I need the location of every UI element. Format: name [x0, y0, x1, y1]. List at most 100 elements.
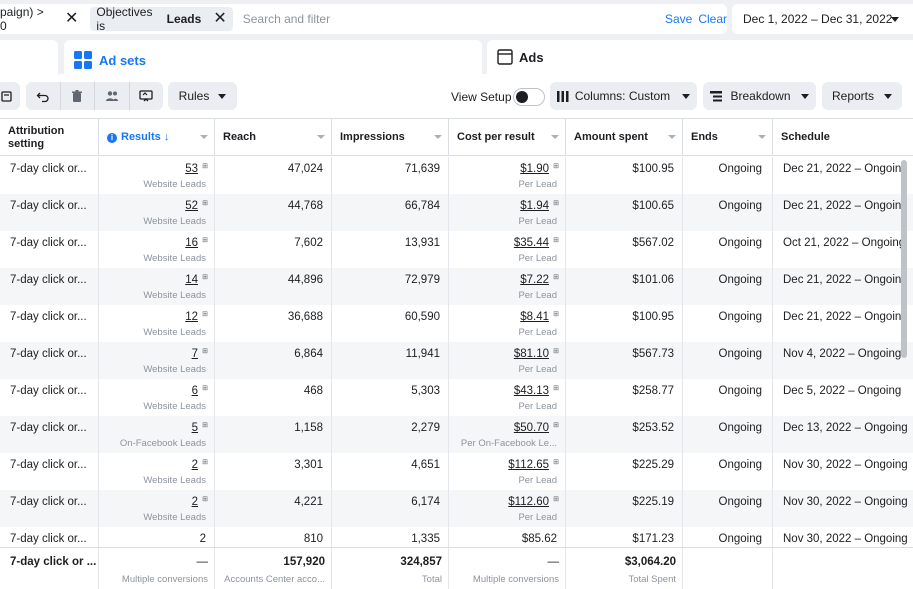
results-value[interactable]: 7 — [192, 348, 198, 360]
chevron-down-icon[interactable] — [551, 135, 559, 139]
toggle-knob — [516, 91, 528, 103]
close-icon[interactable]: ✕ — [213, 11, 226, 27]
attribution-info-icon[interactable]: ⊞ — [553, 199, 559, 207]
results-value[interactable]: 12 — [185, 311, 198, 323]
table-row[interactable]: 7-day click or... 12 ⊞ Website Leads 36,688 6… — [0, 305, 913, 342]
column-header-amount-spent[interactable]: Amount spent — [566, 119, 683, 156]
column-header-reach[interactable]: Reach — [215, 119, 332, 156]
results-value[interactable]: 2 — [200, 533, 206, 545]
chevron-down-icon[interactable] — [200, 135, 208, 139]
search-input[interactable] — [242, 12, 659, 26]
attribution-info-icon[interactable]: ⊞ — [553, 421, 559, 429]
close-icon[interactable]: ✕ — [65, 11, 78, 27]
table-row[interactable]: 7-day click or... 6 ⊞ Website Leads 468 5,303… — [0, 379, 913, 416]
attribution-info-icon[interactable]: ⊞ — [553, 162, 559, 170]
cost-value[interactable]: $81.10 — [514, 348, 549, 360]
attribution-info-icon[interactable]: ⊞ — [202, 273, 208, 281]
duplicate-button[interactable] — [0, 82, 20, 110]
cell-results: 7 ⊞ Website Leads — [99, 342, 215, 379]
reach-value: 810 — [303, 533, 323, 545]
column-header-schedule[interactable]: Schedule — [773, 119, 913, 156]
attribution-info-icon[interactable]: ⊞ — [202, 347, 208, 355]
cost-value[interactable]: $112.65 — [508, 459, 549, 471]
cost-value[interactable]: $1.90 — [520, 163, 549, 175]
column-header-impressions[interactable]: Impressions — [332, 119, 449, 156]
reports-dropdown[interactable]: Reports — [822, 82, 902, 110]
filter-chip-campaign[interactable]: paign) > 0 ✕ — [0, 5, 84, 33]
clear-filter-link[interactable]: Clear — [698, 12, 727, 26]
info-icon[interactable]: i — [107, 133, 117, 143]
column-header-results[interactable]: i Results ↓ — [99, 119, 215, 156]
attribution-info-icon[interactable]: ⊞ — [202, 236, 208, 244]
save-filter-link[interactable]: Save — [665, 12, 692, 26]
results-value[interactable]: 52 — [185, 200, 198, 212]
results-value[interactable]: 14 — [185, 274, 198, 286]
table-row[interactable]: 7-day click or... 7 ⊞ Website Leads 6,864 11,… — [0, 342, 913, 379]
attribution-info-icon[interactable]: ⊞ — [202, 199, 208, 207]
ad-sets-table: Attribution setting i Results ↓ Reach Imp… — [0, 118, 913, 589]
table-row[interactable]: 7-day click or... 14 ⊞ Website Leads 44,896 7… — [0, 268, 913, 305]
attribution-info-icon[interactable]: ⊞ — [202, 310, 208, 318]
attribution-info-icon[interactable]: ⊞ — [202, 421, 208, 429]
results-value[interactable]: 53 — [185, 163, 198, 175]
cell-schedule: Nov 30, 2022 – Ongoing — [773, 453, 913, 490]
chevron-down-icon[interactable] — [668, 135, 676, 139]
cell-schedule: Dec 13, 2022 – Ongoing — [773, 416, 913, 453]
attribution-info-icon[interactable]: ⊞ — [553, 495, 559, 503]
table-row[interactable]: 7-day click or... 2 ⊞ Website Leads 4,221 6,1… — [0, 490, 913, 527]
table-row[interactable]: 7-day click or... 5 ⊞ On-Facebook Leads 1,15… — [0, 416, 913, 453]
tab-ads[interactable]: Ads — [487, 40, 913, 74]
results-value[interactable]: 16 — [185, 237, 198, 249]
columns-dropdown[interactable]: Columns: Custom — [550, 82, 697, 110]
filter-chip-objectives[interactable]: Objectives is Leads ✕ — [90, 5, 233, 33]
table-row[interactable]: 7-day click or... 53 ⊞ Website Leads 47,024 7… — [0, 157, 913, 194]
cost-value[interactable]: $35.44 — [514, 237, 549, 249]
cost-value[interactable]: $1.94 — [520, 200, 549, 212]
undo-button[interactable] — [26, 82, 61, 110]
cell-spent: $225.29 — [566, 453, 683, 490]
tab-campaigns[interactable] — [0, 40, 58, 74]
chevron-down-icon[interactable] — [317, 135, 325, 139]
vertical-scrollbar[interactable] — [901, 160, 907, 358]
cost-value[interactable]: $85.62 — [522, 533, 557, 545]
attribution-info-icon[interactable]: ⊞ — [202, 458, 208, 466]
cell-cost: $43.13 ⊞ Per Lead — [449, 379, 566, 416]
attribution-info-icon[interactable]: ⊞ — [553, 310, 559, 318]
cost-value[interactable]: $8.41 — [520, 311, 549, 323]
attribution-info-icon[interactable]: ⊞ — [553, 273, 559, 281]
attribution-info-icon[interactable]: ⊞ — [553, 384, 559, 392]
attribution-info-icon[interactable]: ⊞ — [202, 384, 208, 392]
column-header-cost-per-result[interactable]: Cost per result — [449, 119, 566, 156]
column-header-ends[interactable]: Ends — [683, 119, 773, 156]
table-row[interactable]: 7-day click or... 52 ⊞ Website Leads 44,768 6… — [0, 194, 913, 231]
date-range-picker[interactable]: Dec 1, 2022 – Dec 31, 2022 — [732, 4, 913, 34]
audience-button[interactable] — [95, 82, 130, 110]
cost-sub-label: Per Lead — [518, 327, 557, 338]
cost-value[interactable]: $43.13 — [514, 385, 549, 397]
attribution-info-icon[interactable]: ⊞ — [553, 236, 559, 244]
results-value[interactable]: 2 — [192, 496, 198, 508]
breakdown-dropdown[interactable]: Breakdown — [703, 82, 816, 110]
cell-impressions: 5,303 — [332, 379, 449, 416]
cost-value[interactable]: $7.22 — [520, 274, 549, 286]
table-row[interactable]: 7-day click or... 2 ⊞ Website Leads 3,301 4,6… — [0, 453, 913, 490]
results-value[interactable]: 2 — [192, 459, 198, 471]
ab-test-button[interactable] — [130, 82, 164, 110]
attribution-info-icon[interactable]: ⊞ — [553, 458, 559, 466]
chevron-down-icon[interactable] — [758, 135, 766, 139]
attribution-info-icon[interactable]: ⊞ — [202, 495, 208, 503]
cost-value[interactable]: $50.70 — [514, 422, 549, 434]
attribution-info-icon[interactable]: ⊞ — [553, 347, 559, 355]
results-value[interactable]: 6 — [192, 385, 198, 397]
cell-spent: $225.19 — [566, 490, 683, 527]
chevron-down-icon[interactable] — [434, 135, 442, 139]
column-header-attribution[interactable]: Attribution setting — [0, 119, 99, 156]
view-setup-toggle[interactable] — [513, 88, 545, 106]
attribution-info-icon[interactable]: ⊞ — [202, 162, 208, 170]
delete-button[interactable] — [61, 82, 95, 110]
cell-cost: $81.10 ⊞ Per Lead — [449, 342, 566, 379]
cost-value[interactable]: $112.60 — [508, 496, 549, 508]
table-row[interactable]: 7-day click or... 16 ⊞ Website Leads 7,602 13… — [0, 231, 913, 268]
results-value[interactable]: 5 — [192, 422, 198, 434]
rules-dropdown[interactable]: Rules — [168, 82, 237, 110]
